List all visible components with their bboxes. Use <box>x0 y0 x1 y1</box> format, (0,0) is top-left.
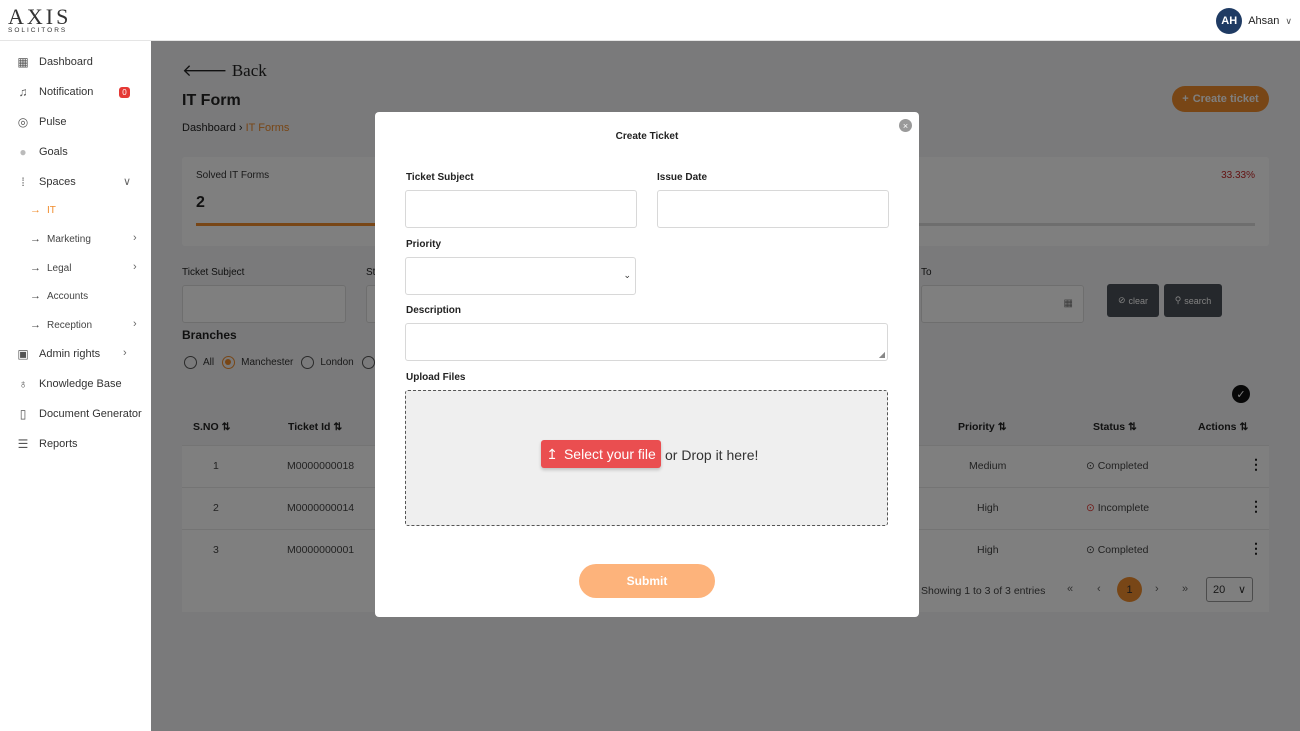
user-menu[interactable]: AH Ahsan ∨ <box>1216 8 1292 34</box>
sidebar-item-notification[interactable]: ♫ Notification <box>16 82 94 102</box>
logo-subtext: SOLICITORS <box>8 27 68 34</box>
chevron-right-icon[interactable]: › <box>123 347 127 359</box>
grid-icon: ▦ <box>17 55 29 69</box>
sidebar-space-label: Accounts <box>47 290 89 302</box>
chevron-down-icon[interactable]: ∨ <box>123 175 131 188</box>
top-bar: AXIS SOLICITORS AH Ahsan ∨ <box>0 0 1300 41</box>
arrow-right-icon: → <box>30 290 41 302</box>
sidebar-item-label: Goals <box>39 146 68 158</box>
file-dropzone[interactable]: ↥ Select your file or Drop it here! <box>405 390 888 526</box>
chevron-down-icon: ⌄ <box>623 270 631 280</box>
document-icon: ▯ <box>19 407 27 421</box>
description-label: Description <box>406 305 462 316</box>
sidebar-space-it[interactable]: → IT <box>30 201 56 219</box>
arrow-right-icon: → <box>30 204 41 216</box>
bell-icon: ♫ <box>18 85 28 99</box>
sidebar-item-label: Admin rights <box>39 348 101 360</box>
arrow-right-icon: → <box>30 319 41 331</box>
report-icon: ☰ <box>17 437 29 451</box>
issue-date-input[interactable] <box>657 190 889 228</box>
sidebar-item-dashboard[interactable]: ▦ Dashboard <box>16 52 93 72</box>
arrow-right-icon: → <box>30 233 41 245</box>
chevron-right-icon[interactable]: › <box>133 318 137 330</box>
chevron-right-icon[interactable]: › <box>133 261 137 273</box>
sidebar-item-label: Dashboard <box>39 56 93 68</box>
bulb-icon: ♁ <box>18 377 28 391</box>
description-textarea[interactable]: ◢ <box>405 323 888 361</box>
sidebar-item-label: Notification <box>39 86 94 98</box>
priority-label: Priority <box>406 239 442 250</box>
sidebar-item-knowledge-base[interactable]: ♁ Knowledge Base <box>16 374 122 394</box>
close-icon[interactable]: × <box>899 119 912 132</box>
logo-text: AXIS <box>8 4 72 29</box>
sidebar-space-label: Marketing <box>47 233 91 245</box>
sidebar-item-admin-rights[interactable]: ▣ Admin rights <box>16 344 100 364</box>
submit-button[interactable]: Submit <box>579 564 715 598</box>
sidebar-item-label: Reports <box>39 438 78 450</box>
sidebar-item-goals[interactable]: ● Goals <box>16 142 68 162</box>
chevron-down-icon[interactable]: ∨ <box>1285 16 1292 27</box>
create-ticket-modal: Create Ticket × Ticket Subject Issue Dat… <box>375 112 919 617</box>
sidebar-item-pulse[interactable]: ◎ Pulse <box>16 112 67 132</box>
resize-handle-icon[interactable]: ◢ <box>879 350 885 359</box>
upload-icon: ↥ <box>546 445 558 462</box>
avatar[interactable]: AH <box>1216 8 1243 34</box>
sidebar-item-reports[interactable]: ☰ Reports <box>16 434 78 454</box>
signal-icon: ◎ <box>17 115 29 129</box>
sidebar-space-label: IT <box>47 204 56 216</box>
ticket-subject-label: Ticket Subject <box>406 172 474 183</box>
sidebar-item-label: Document Generator <box>39 408 142 420</box>
sidebar-item-spaces[interactable]: ⁞ Spaces <box>16 172 76 192</box>
sidebar-space-label: Legal <box>47 262 72 274</box>
lock-icon: ▣ <box>17 347 29 361</box>
sidebar-item-label: Spaces <box>39 176 76 188</box>
priority-select[interactable]: ⌄ <box>405 257 636 295</box>
ticket-subject-input[interactable] <box>405 190 637 228</box>
modal-title: Create Ticket <box>615 131 679 142</box>
logo[interactable]: AXIS SOLICITORS <box>8 4 72 35</box>
sidebar-item-document-generator[interactable]: ▯ Document Generator <box>16 404 142 424</box>
sidebar-item-label: Pulse <box>39 116 67 128</box>
sidebar-space-legal[interactable]: → Legal <box>30 259 71 277</box>
issue-date-label: Issue Date <box>657 172 708 183</box>
sidebar-space-marketing[interactable]: → Marketing <box>30 230 91 248</box>
drop-text: or Drop it here! <box>665 447 759 463</box>
dots-icon: ⁞ <box>21 175 25 189</box>
sidebar-space-reception[interactable]: → Reception <box>30 316 92 334</box>
select-file-label: Select your file <box>563 446 656 462</box>
user-name[interactable]: Ahsan <box>1248 15 1279 27</box>
sidebar: ▦ Dashboard ♫ Notification 0 ◎ Pulse ● G… <box>0 41 151 731</box>
sidebar-item-label: Knowledge Base <box>39 378 122 390</box>
notification-badge: 0 <box>119 87 130 98</box>
sidebar-space-label: Reception <box>47 319 93 331</box>
upload-files-label: Upload Files <box>406 372 466 383</box>
chevron-right-icon[interactable]: › <box>133 232 137 244</box>
arrow-right-icon: → <box>30 262 41 274</box>
sidebar-space-accounts[interactable]: → Accounts <box>30 287 88 305</box>
goal-icon: ● <box>19 145 27 159</box>
select-file-button[interactable]: ↥ Select your file <box>541 440 661 468</box>
